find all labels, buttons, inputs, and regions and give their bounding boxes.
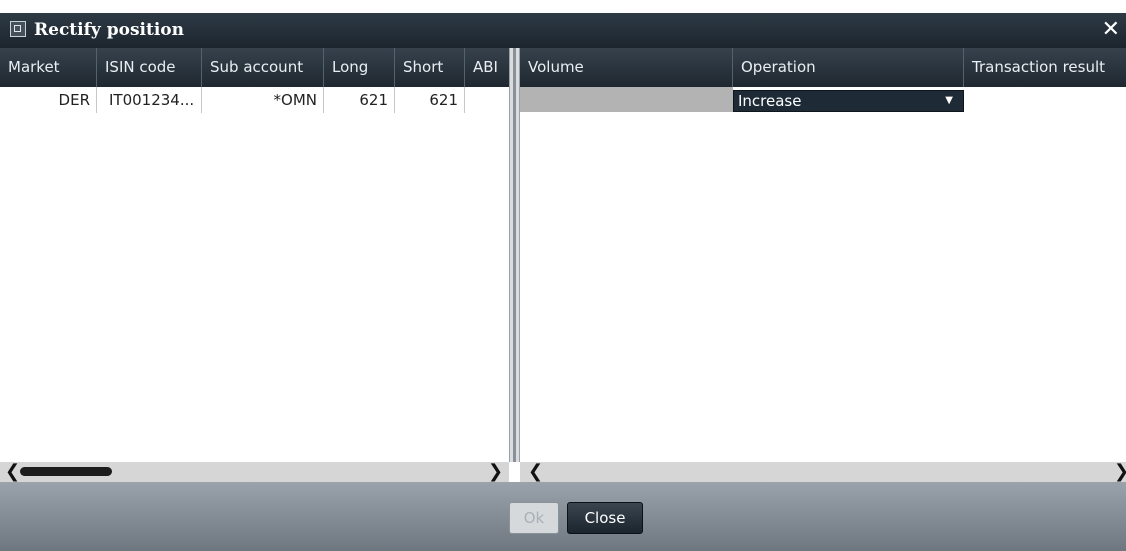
- col-market[interactable]: Market: [0, 48, 97, 87]
- close-icon[interactable]: ✕: [1102, 17, 1120, 42]
- dialog-footer: Ok Close: [0, 482, 1126, 551]
- scroll-right-icon[interactable]: ❯: [1114, 462, 1126, 482]
- col-sub-account[interactable]: Sub account: [202, 48, 324, 87]
- cell-sub-account: *OMN: [202, 87, 324, 113]
- rectify-position-dialog: Rectify position ✕ Market ISIN code Sub …: [0, 0, 1126, 551]
- right-grid-header: Volume Operation Transaction result: [520, 48, 1126, 87]
- col-volume[interactable]: Volume: [520, 48, 733, 87]
- col-short[interactable]: Short: [395, 48, 465, 87]
- ok-button[interactable]: Ok: [509, 502, 559, 534]
- col-transaction-result[interactable]: Transaction result: [964, 48, 1126, 87]
- col-long[interactable]: Long: [324, 48, 395, 87]
- cell-short: 621: [395, 87, 465, 113]
- window-icon: [10, 21, 26, 37]
- left-positions-grid: Market ISIN code Sub account Long Short …: [0, 48, 509, 462]
- cell-market: DER: [0, 87, 97, 113]
- col-abi[interactable]: ABI: [465, 48, 509, 87]
- title-bar[interactable]: Rectify position ✕: [0, 13, 1126, 48]
- right-horizontal-scrollbar[interactable]: ❮ ❯: [520, 462, 1126, 482]
- col-isin-code[interactable]: ISIN code: [97, 48, 202, 87]
- left-horizontal-scrollbar[interactable]: ❮ ❯: [0, 462, 509, 482]
- cell-volume[interactable]: [520, 87, 733, 112]
- col-operation[interactable]: Operation: [733, 48, 964, 87]
- table-row[interactable]: DER IT001234... *OMN 621 621: [0, 87, 509, 113]
- panel-splitter[interactable]: [509, 48, 520, 462]
- scroll-thumb[interactable]: [20, 467, 112, 476]
- close-button[interactable]: Close: [567, 502, 643, 534]
- scroll-left-icon[interactable]: ❮: [528, 462, 543, 482]
- cell-long: 621: [324, 87, 395, 113]
- cell-abi: [465, 87, 509, 113]
- operation-select[interactable]: Increase ▼: [733, 90, 964, 112]
- window-title: Rectify position: [34, 20, 184, 40]
- cell-transaction-result: [964, 87, 1126, 113]
- scroll-right-icon[interactable]: ❯: [488, 462, 503, 482]
- top-strip: [0, 0, 1126, 13]
- cell-isin: IT001234...: [97, 87, 202, 113]
- operation-value: Increase: [738, 92, 802, 110]
- chevron-down-icon: ▼: [945, 95, 953, 106]
- scroll-left-icon[interactable]: ❮: [5, 462, 20, 482]
- left-grid-header: Market ISIN code Sub account Long Short …: [0, 48, 509, 87]
